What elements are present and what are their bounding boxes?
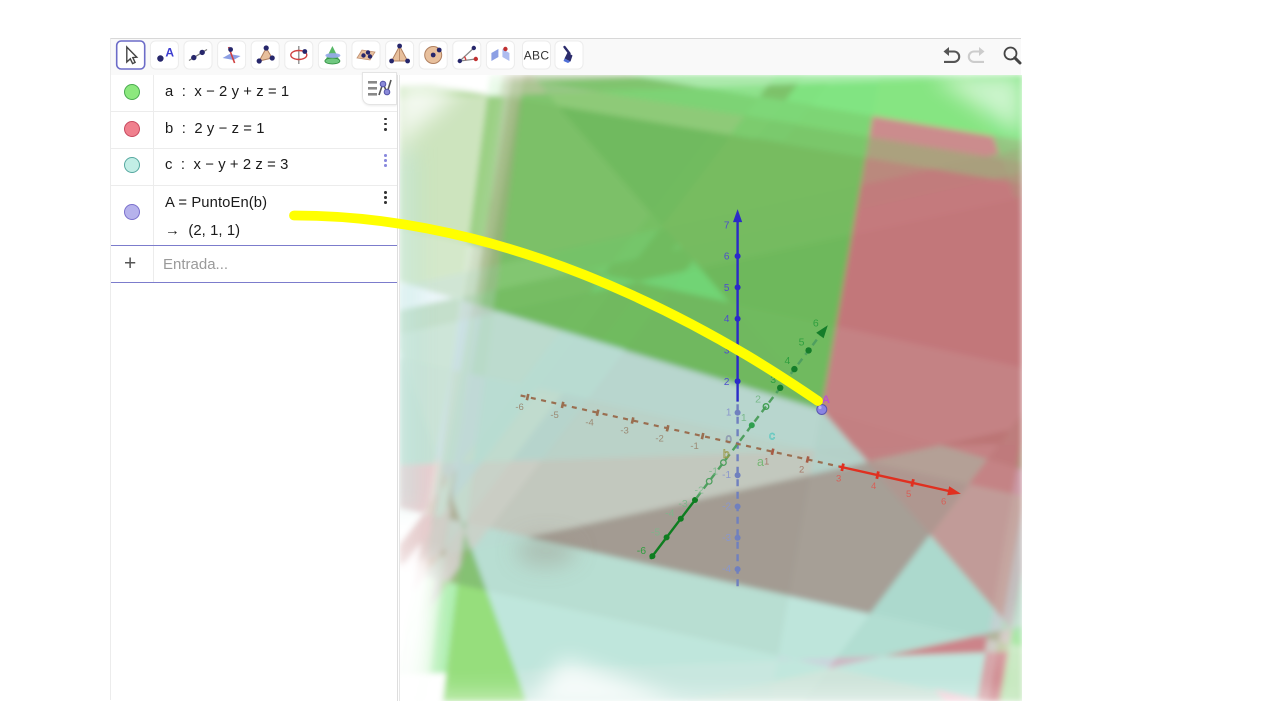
- svg-text:b: b: [723, 447, 730, 461]
- svg-text:c: c: [769, 429, 775, 443]
- svg-text:-3: -3: [722, 533, 731, 544]
- svg-text:-4: -4: [722, 564, 731, 575]
- svg-text:-2: -2: [722, 502, 731, 513]
- svg-text:ABC: ABC: [524, 49, 550, 63]
- svg-text:a: a: [757, 455, 764, 469]
- svg-text:2: 2: [724, 377, 730, 388]
- svg-text:-6: -6: [515, 402, 523, 413]
- svg-text:5: 5: [906, 489, 911, 500]
- svg-text:6: 6: [941, 497, 946, 508]
- svg-text:1: 1: [741, 412, 747, 424]
- svg-text:0: 0: [726, 434, 732, 446]
- svg-text:-5: -5: [651, 526, 660, 538]
- svg-text:-3: -3: [678, 498, 687, 510]
- svg-text:2: 2: [799, 465, 804, 476]
- svg-text:7: 7: [724, 220, 730, 231]
- svg-text:4: 4: [784, 355, 790, 367]
- svg-text:5: 5: [799, 336, 805, 348]
- svg-text:3: 3: [770, 374, 776, 386]
- svg-text:6: 6: [724, 252, 730, 263]
- svg-text:-2: -2: [655, 433, 663, 444]
- svg-text:-2: -2: [695, 484, 704, 496]
- svg-text:-3: -3: [620, 426, 628, 437]
- svg-text:5: 5: [724, 283, 730, 294]
- svg-text:3: 3: [724, 346, 730, 357]
- svg-text:-6: -6: [637, 545, 646, 557]
- svg-text:-4: -4: [665, 508, 674, 520]
- svg-text:2: 2: [755, 394, 761, 406]
- svg-text:-1: -1: [722, 470, 731, 481]
- svg-text:3: 3: [836, 473, 841, 484]
- svg-text:-1: -1: [690, 441, 698, 452]
- svg-text:4: 4: [871, 481, 876, 492]
- svg-text:6: 6: [813, 318, 819, 330]
- svg-text:1: 1: [764, 457, 769, 468]
- svg-text:-1: -1: [709, 466, 718, 478]
- svg-text:-5: -5: [550, 410, 558, 421]
- svg-text:4: 4: [724, 314, 730, 325]
- svg-text:1: 1: [726, 408, 732, 419]
- svg-text:-4: -4: [585, 418, 593, 429]
- svg-text:A: A: [165, 46, 174, 60]
